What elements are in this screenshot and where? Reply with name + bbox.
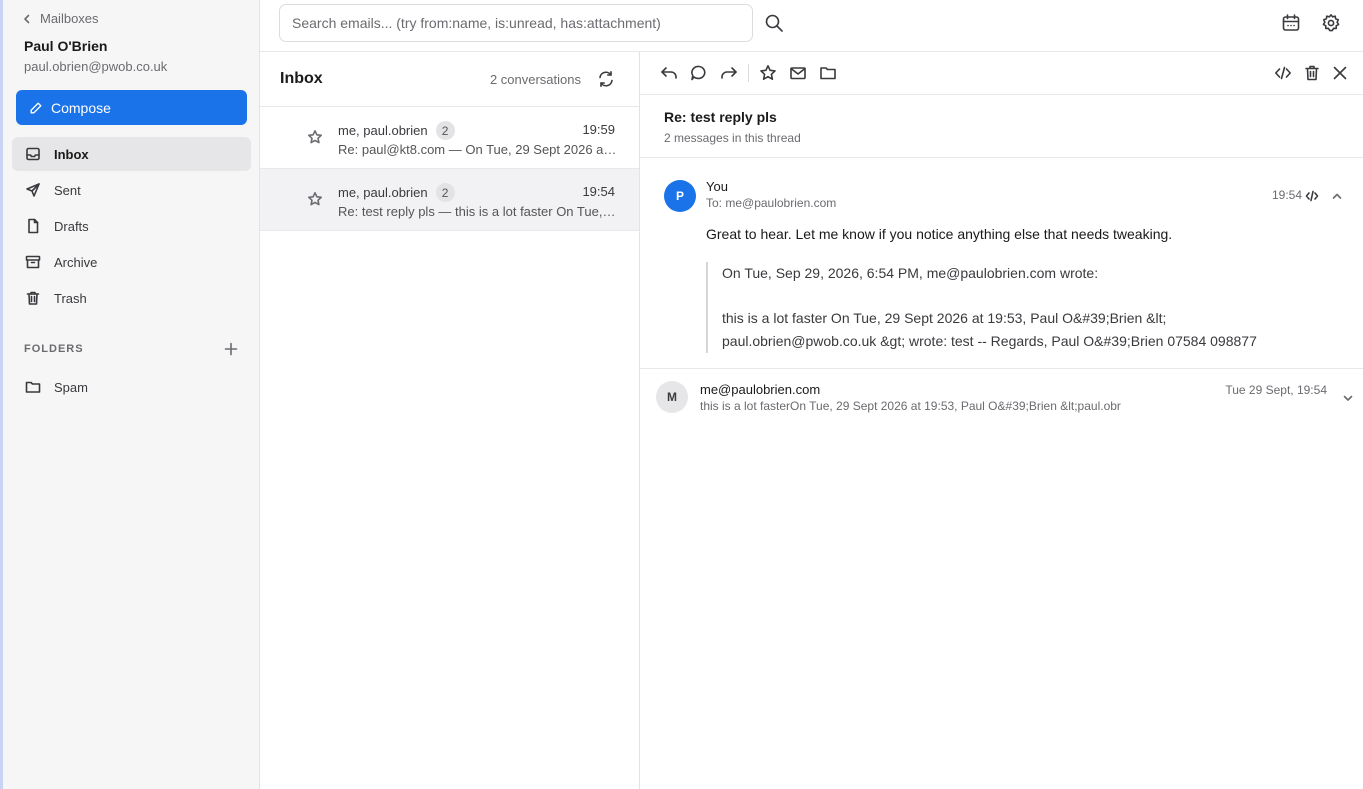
conversation-time: 19:59: [582, 122, 615, 137]
sidebar-item-label: Trash: [54, 290, 87, 306]
message-recipient: To: me@paulobrien.com: [706, 196, 837, 210]
quote-header: On Tue, Sep 29, 2026, 6:54 PM, me@paulob…: [722, 265, 1099, 281]
sidebar-item-label: Sent: [54, 182, 81, 198]
archive-icon: [25, 255, 41, 269]
compose-button[interactable]: Compose: [16, 90, 247, 125]
forward-icon[interactable]: [720, 64, 738, 82]
message-sender: You: [706, 179, 728, 194]
avatar: M: [656, 381, 688, 413]
conversation-list-pane: Inbox 2 conversations me, paul.obrien 2 …: [260, 52, 640, 789]
pencil-icon: [30, 101, 42, 114]
list-title: Inbox: [280, 70, 323, 87]
message-toolbar: [640, 52, 1363, 95]
conversation-count: 2 conversations: [489, 72, 581, 87]
participants-text: me, paul.obrien: [338, 123, 428, 138]
toolbar-separator: [748, 64, 749, 82]
sidebar-item-archive[interactable]: Archive: [12, 245, 251, 279]
star-icon[interactable]: [307, 129, 323, 145]
add-folder-icon[interactable]: [224, 342, 238, 356]
thread-header: Re: test reply pls 2 messages in this th…: [640, 95, 1363, 158]
participants-text: me, paul.obrien: [338, 185, 428, 200]
message-time: 19:54: [1271, 188, 1302, 202]
calendar-icon[interactable]: [1281, 13, 1301, 33]
chevron-down-icon[interactable]: [1342, 392, 1354, 404]
expanded-message: P You To: me@paulobrien.com 19:54 Great …: [640, 158, 1363, 369]
star-icon[interactable]: [759, 64, 777, 82]
sidebar-item-inbox[interactable]: Inbox: [12, 137, 251, 171]
quote-line: this is a lot faster On Tue, 29 Sept 202…: [722, 310, 1167, 326]
folders-header: FOLDERS: [24, 342, 238, 356]
message-preview: this is a lot fasterOn Tue, 29 Sept 2026…: [700, 399, 1121, 413]
conversation-row[interactable]: me, paul.obrien 2 19:54 Re: test reply p…: [260, 169, 639, 231]
quoted-text: On Tue, Sep 29, 2026, 6:54 PM, me@paulob…: [706, 262, 1306, 353]
list-header: Inbox 2 conversations: [260, 52, 639, 107]
conversation-row[interactable]: me, paul.obrien 2 19:59 Re: paul@kt8.com…: [260, 107, 639, 169]
sidebar: Mailboxes Paul O'Brien paul.obrien@pwob.…: [3, 0, 260, 789]
conversation-time: 19:54: [582, 184, 615, 199]
gear-icon[interactable]: [1321, 13, 1341, 33]
code-icon[interactable]: [1274, 64, 1292, 82]
quote-spacer: [722, 285, 1306, 307]
folder-icon: [25, 381, 41, 393]
search-icon[interactable]: [764, 13, 784, 33]
back-label: Mailboxes: [40, 11, 99, 26]
sidebar-item-label: Spam: [54, 379, 88, 395]
message-sender: me@paulobrien.com: [700, 382, 821, 397]
folder-list: Spam: [12, 370, 251, 406]
avatar: P: [664, 180, 696, 212]
file-icon: [28, 218, 39, 234]
quote-line: paul.obrien@pwob.co.uk &gt; wrote: test …: [722, 333, 1257, 349]
user-name: Paul O'Brien: [24, 38, 108, 54]
collapsed-message[interactable]: M me@paulobrien.com this is a lot faster…: [640, 369, 1363, 427]
conversation-participants: me, paul.obrien 2: [338, 121, 455, 140]
send-icon: [26, 183, 40, 197]
star-icon[interactable]: [307, 191, 323, 207]
refresh-icon[interactable]: [597, 70, 615, 88]
reading-pane: Re: test reply pls 2 messages in this th…: [640, 52, 1363, 789]
conversation-snippet: Re: paul@kt8.com — On Tue, 29 Sept 2026 …: [338, 142, 618, 157]
message-date: Tue 29 Sept, 19:54: [1225, 383, 1327, 397]
back-to-mailboxes-link[interactable]: Mailboxes: [22, 11, 99, 26]
message-count-badge: 2: [435, 183, 455, 202]
thread-message-count: 2 messages in this thread: [664, 131, 801, 145]
conversation-participants: me, paul.obrien 2: [338, 183, 455, 202]
sidebar-item-label: Archive: [54, 254, 98, 270]
mail-icon[interactable]: [789, 64, 807, 82]
thread-subject: Re: test reply pls: [664, 109, 777, 125]
close-icon[interactable]: [1331, 64, 1349, 82]
folder-icon[interactable]: [819, 64, 837, 82]
sidebar-item-trash[interactable]: Trash: [12, 281, 251, 315]
reply-icon[interactable]: [660, 64, 678, 82]
trash-icon: [26, 291, 40, 305]
user-email: paul.obrien@pwob.co.uk: [24, 59, 168, 74]
folders-label: FOLDERS: [24, 343, 84, 355]
chevron-left-icon: [24, 14, 30, 23]
message-count-badge: 2: [435, 121, 455, 140]
sidebar-item-spam[interactable]: Spam: [12, 370, 251, 404]
message-body: Great to hear. Let me know if you notice…: [706, 226, 1173, 242]
sidebar-item-drafts[interactable]: Drafts: [12, 209, 251, 243]
search-box: [279, 4, 753, 42]
conversation-snippet: Re: test reply pls — this is a lot faste…: [338, 204, 618, 219]
sidebar-item-label: Drafts: [54, 218, 89, 234]
mailbox-nav: Inbox Sent Drafts Archive Trash: [12, 137, 251, 317]
inbox-icon: [26, 147, 40, 161]
trash-icon[interactable]: [1303, 64, 1321, 82]
reply-all-icon[interactable]: [690, 64, 708, 82]
sidebar-item-sent[interactable]: Sent: [12, 173, 251, 207]
search-input[interactable]: [280, 5, 752, 41]
sidebar-item-label: Inbox: [54, 146, 89, 162]
mail-app: Mailboxes Paul O'Brien paul.obrien@pwob.…: [0, 0, 1363, 789]
compose-label: Compose: [51, 99, 111, 116]
chevron-up-icon[interactable]: [1330, 189, 1344, 203]
code-icon[interactable]: [1305, 189, 1319, 203]
